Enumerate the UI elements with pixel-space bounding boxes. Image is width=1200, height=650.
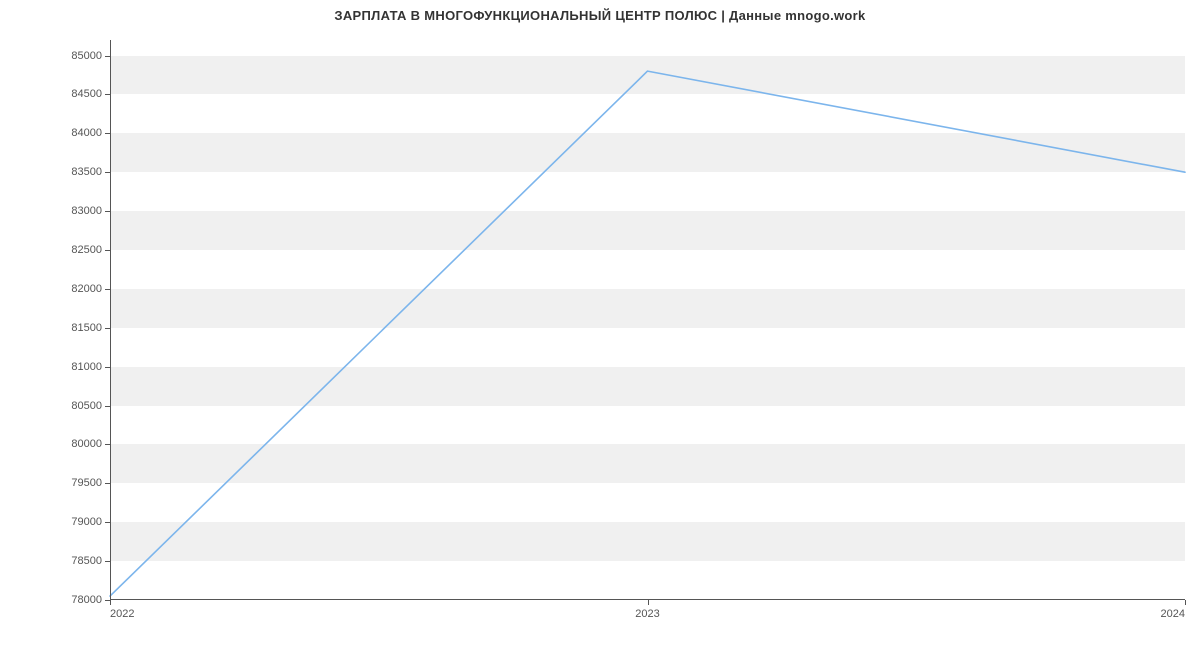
y-tick-mark	[105, 250, 110, 251]
x-tick-mark	[1185, 600, 1186, 605]
chart-container: ЗАРПЛАТА В МНОГОФУНКЦИОНАЛЬНЫЙ ЦЕНТР ПОЛ…	[0, 0, 1200, 650]
y-tick-mark	[105, 561, 110, 562]
x-tick-mark	[110, 600, 111, 605]
y-tick-mark	[105, 56, 110, 57]
y-tick-mark	[105, 211, 110, 212]
x-tick-mark	[648, 600, 649, 605]
y-axis-line	[110, 40, 111, 600]
y-tick-mark	[105, 367, 110, 368]
y-tick-mark	[105, 94, 110, 95]
y-tick-mark	[105, 406, 110, 407]
y-tick-mark	[105, 133, 110, 134]
x-tick-label: 2022	[110, 600, 134, 620]
series-line	[110, 71, 1185, 596]
y-tick-mark	[105, 289, 110, 290]
y-tick-mark	[105, 328, 110, 329]
y-tick-mark	[105, 522, 110, 523]
plot-area: 7800078500790007950080000805008100081500…	[110, 40, 1185, 600]
chart-title: ЗАРПЛАТА В МНОГОФУНКЦИОНАЛЬНЫЙ ЦЕНТР ПОЛ…	[0, 8, 1200, 23]
y-tick-mark	[105, 483, 110, 484]
x-tick-label: 2024	[1161, 600, 1185, 620]
y-tick-mark	[105, 444, 110, 445]
line-layer	[110, 40, 1185, 600]
y-tick-mark	[105, 172, 110, 173]
